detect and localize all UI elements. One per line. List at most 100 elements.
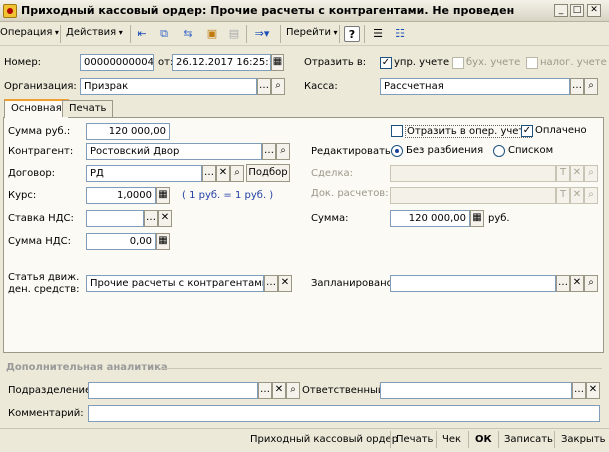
- contr-label: Контрагент:: [8, 146, 74, 157]
- section-title: Дополнительная аналитика: [6, 362, 168, 373]
- contr-field[interactable]: Ростовский Двор: [86, 143, 262, 160]
- podbor-button[interactable]: Подбор: [246, 164, 290, 182]
- structure-icon[interactable]: ⇒▾: [250, 26, 274, 42]
- statya-clear-icon[interactable]: ✕: [278, 275, 292, 292]
- close-icon[interactable]: ✕: [587, 4, 601, 17]
- sdelka-search-icon[interactable]: ⌕: [584, 165, 598, 182]
- calculator-icon[interactable]: ▦: [156, 187, 170, 204]
- nds-rate-clear-icon[interactable]: ✕: [158, 210, 172, 227]
- window-title: Приходный кассовый ордер: Прочие расчеты…: [21, 4, 515, 17]
- nds-rate-field[interactable]: [86, 210, 144, 227]
- nalog-checkbox[interactable]: [526, 57, 538, 69]
- number-field[interactable]: 00000000004: [80, 54, 154, 71]
- statya-select-button[interactable]: …: [264, 275, 278, 292]
- dogovor-select-button[interactable]: …: [202, 165, 216, 182]
- kurs-field[interactable]: 1,0000: [86, 187, 156, 204]
- disabled-icon[interactable]: ▤: [226, 26, 242, 42]
- dogovor-clear-icon[interactable]: ✕: [216, 165, 230, 182]
- toolbar-separator: [280, 25, 281, 43]
- folder-icon[interactable]: ▣: [204, 26, 220, 42]
- sum-field[interactable]: 120 000,00: [86, 123, 170, 140]
- check-button[interactable]: Чек: [442, 434, 461, 445]
- responsible-clear-icon[interactable]: ✕: [586, 382, 600, 399]
- app-icon: [3, 4, 17, 18]
- dok-field[interactable]: [390, 187, 556, 204]
- kassa-select-button[interactable]: …: [570, 78, 584, 95]
- help-icon[interactable]: ?: [344, 26, 360, 42]
- org-field[interactable]: Призрак: [80, 78, 257, 95]
- plan-field[interactable]: [390, 275, 556, 292]
- order-print-button[interactable]: Приходный кассовый ордер: [250, 434, 398, 445]
- division-search-icon[interactable]: ⌕: [286, 382, 300, 399]
- comment-field[interactable]: [88, 405, 600, 422]
- date-field[interactable]: 26.12.2017 16:25:17: [172, 54, 271, 71]
- goto-menu[interactable]: Перейти: [286, 27, 338, 38]
- close-button[interactable]: Закрыть: [561, 434, 606, 445]
- save-button[interactable]: Записать: [504, 434, 553, 445]
- dogovor-label: Договор:: [8, 168, 56, 179]
- division-field[interactable]: [88, 382, 258, 399]
- plan-select-button[interactable]: …: [556, 275, 570, 292]
- kassa-search-icon[interactable]: ⌕: [584, 78, 598, 95]
- nds-rate-select-button[interactable]: …: [144, 210, 158, 227]
- paid-checkbox[interactable]: ✓: [521, 125, 533, 137]
- org-search-icon[interactable]: ⌕: [271, 78, 285, 95]
- summa-unit: руб.: [488, 213, 510, 224]
- nds-sum-field[interactable]: 0,00: [86, 233, 156, 250]
- nds-sum-label: Сумма НДС:: [8, 236, 71, 247]
- footer-separator: [498, 431, 499, 448]
- sdelka-clear-icon[interactable]: ✕: [570, 165, 584, 182]
- plan-search-icon[interactable]: ⌕: [584, 275, 598, 292]
- division-select-button[interactable]: …: [258, 382, 272, 399]
- responsible-select-button[interactable]: …: [572, 382, 586, 399]
- checklist-icon[interactable]: ☷: [392, 26, 408, 42]
- plan-label: Запланировано:: [311, 278, 397, 289]
- comment-label: Комментарий:: [8, 408, 84, 419]
- upr-checkbox[interactable]: ✓: [380, 57, 392, 69]
- kassa-field[interactable]: Рассчетная: [380, 78, 570, 95]
- maximize-icon[interactable]: □: [570, 4, 584, 17]
- summa-label: Сумма:: [311, 213, 349, 224]
- summa-calculator-icon[interactable]: ▦: [470, 210, 484, 227]
- post-icon[interactable]: ⇆: [180, 26, 196, 42]
- division-clear-icon[interactable]: ✕: [272, 382, 286, 399]
- minimize-icon[interactable]: _: [554, 4, 568, 17]
- sdelka-type-icon[interactable]: T: [556, 165, 570, 182]
- contr-select-button[interactable]: …: [262, 143, 276, 160]
- kassa-label: Касса:: [304, 81, 338, 92]
- calendar-icon[interactable]: ▦: [271, 54, 284, 71]
- contr-search-icon[interactable]: ⌕: [276, 143, 290, 160]
- reflect-label: Отразить в:: [304, 57, 367, 68]
- nds-sum-calculator-icon[interactable]: ▦: [156, 233, 170, 250]
- sdelka-field[interactable]: [390, 165, 556, 182]
- nalog-label: налог. учете: [540, 57, 607, 68]
- dok-search-icon[interactable]: ⌕: [584, 187, 598, 204]
- dogovor-field[interactable]: РД: [86, 165, 202, 182]
- ok-button[interactable]: ОК: [475, 434, 492, 445]
- radio-no-split[interactable]: [391, 145, 403, 157]
- statya-field[interactable]: Прочие расчеты с контрагентами: [86, 275, 264, 292]
- radio-list[interactable]: [493, 145, 505, 157]
- toolbar-separator: [339, 25, 340, 43]
- org-select-button[interactable]: …: [257, 78, 271, 95]
- print-button[interactable]: Печать: [396, 434, 433, 445]
- division-label: Подразделение:: [8, 385, 95, 396]
- dok-type-icon[interactable]: T: [556, 187, 570, 204]
- buh-checkbox[interactable]: [452, 57, 464, 69]
- plan-clear-icon[interactable]: ✕: [570, 275, 584, 292]
- operation-menu[interactable]: Операция: [0, 27, 59, 38]
- toolbar-separator: [364, 25, 365, 43]
- radio-list-label: Списком: [508, 145, 554, 156]
- title-bar: Приходный кассовый ордер: Прочие расчеты…: [0, 0, 609, 22]
- tab-main[interactable]: Основная: [4, 99, 69, 118]
- actions-menu[interactable]: Действия: [66, 27, 123, 38]
- summa-field[interactable]: 120 000,00: [390, 210, 470, 227]
- copy-icon[interactable]: ⧉: [156, 26, 172, 42]
- back-icon[interactable]: ⇤: [134, 26, 150, 42]
- dok-clear-icon[interactable]: ✕: [570, 187, 584, 204]
- list-icon[interactable]: ☰: [370, 26, 386, 42]
- responsible-field[interactable]: [380, 382, 572, 399]
- oper-checkbox[interactable]: [391, 125, 403, 137]
- dogovor-search-icon[interactable]: ⌕: [230, 165, 244, 182]
- tab-print[interactable]: Печать: [62, 100, 114, 117]
